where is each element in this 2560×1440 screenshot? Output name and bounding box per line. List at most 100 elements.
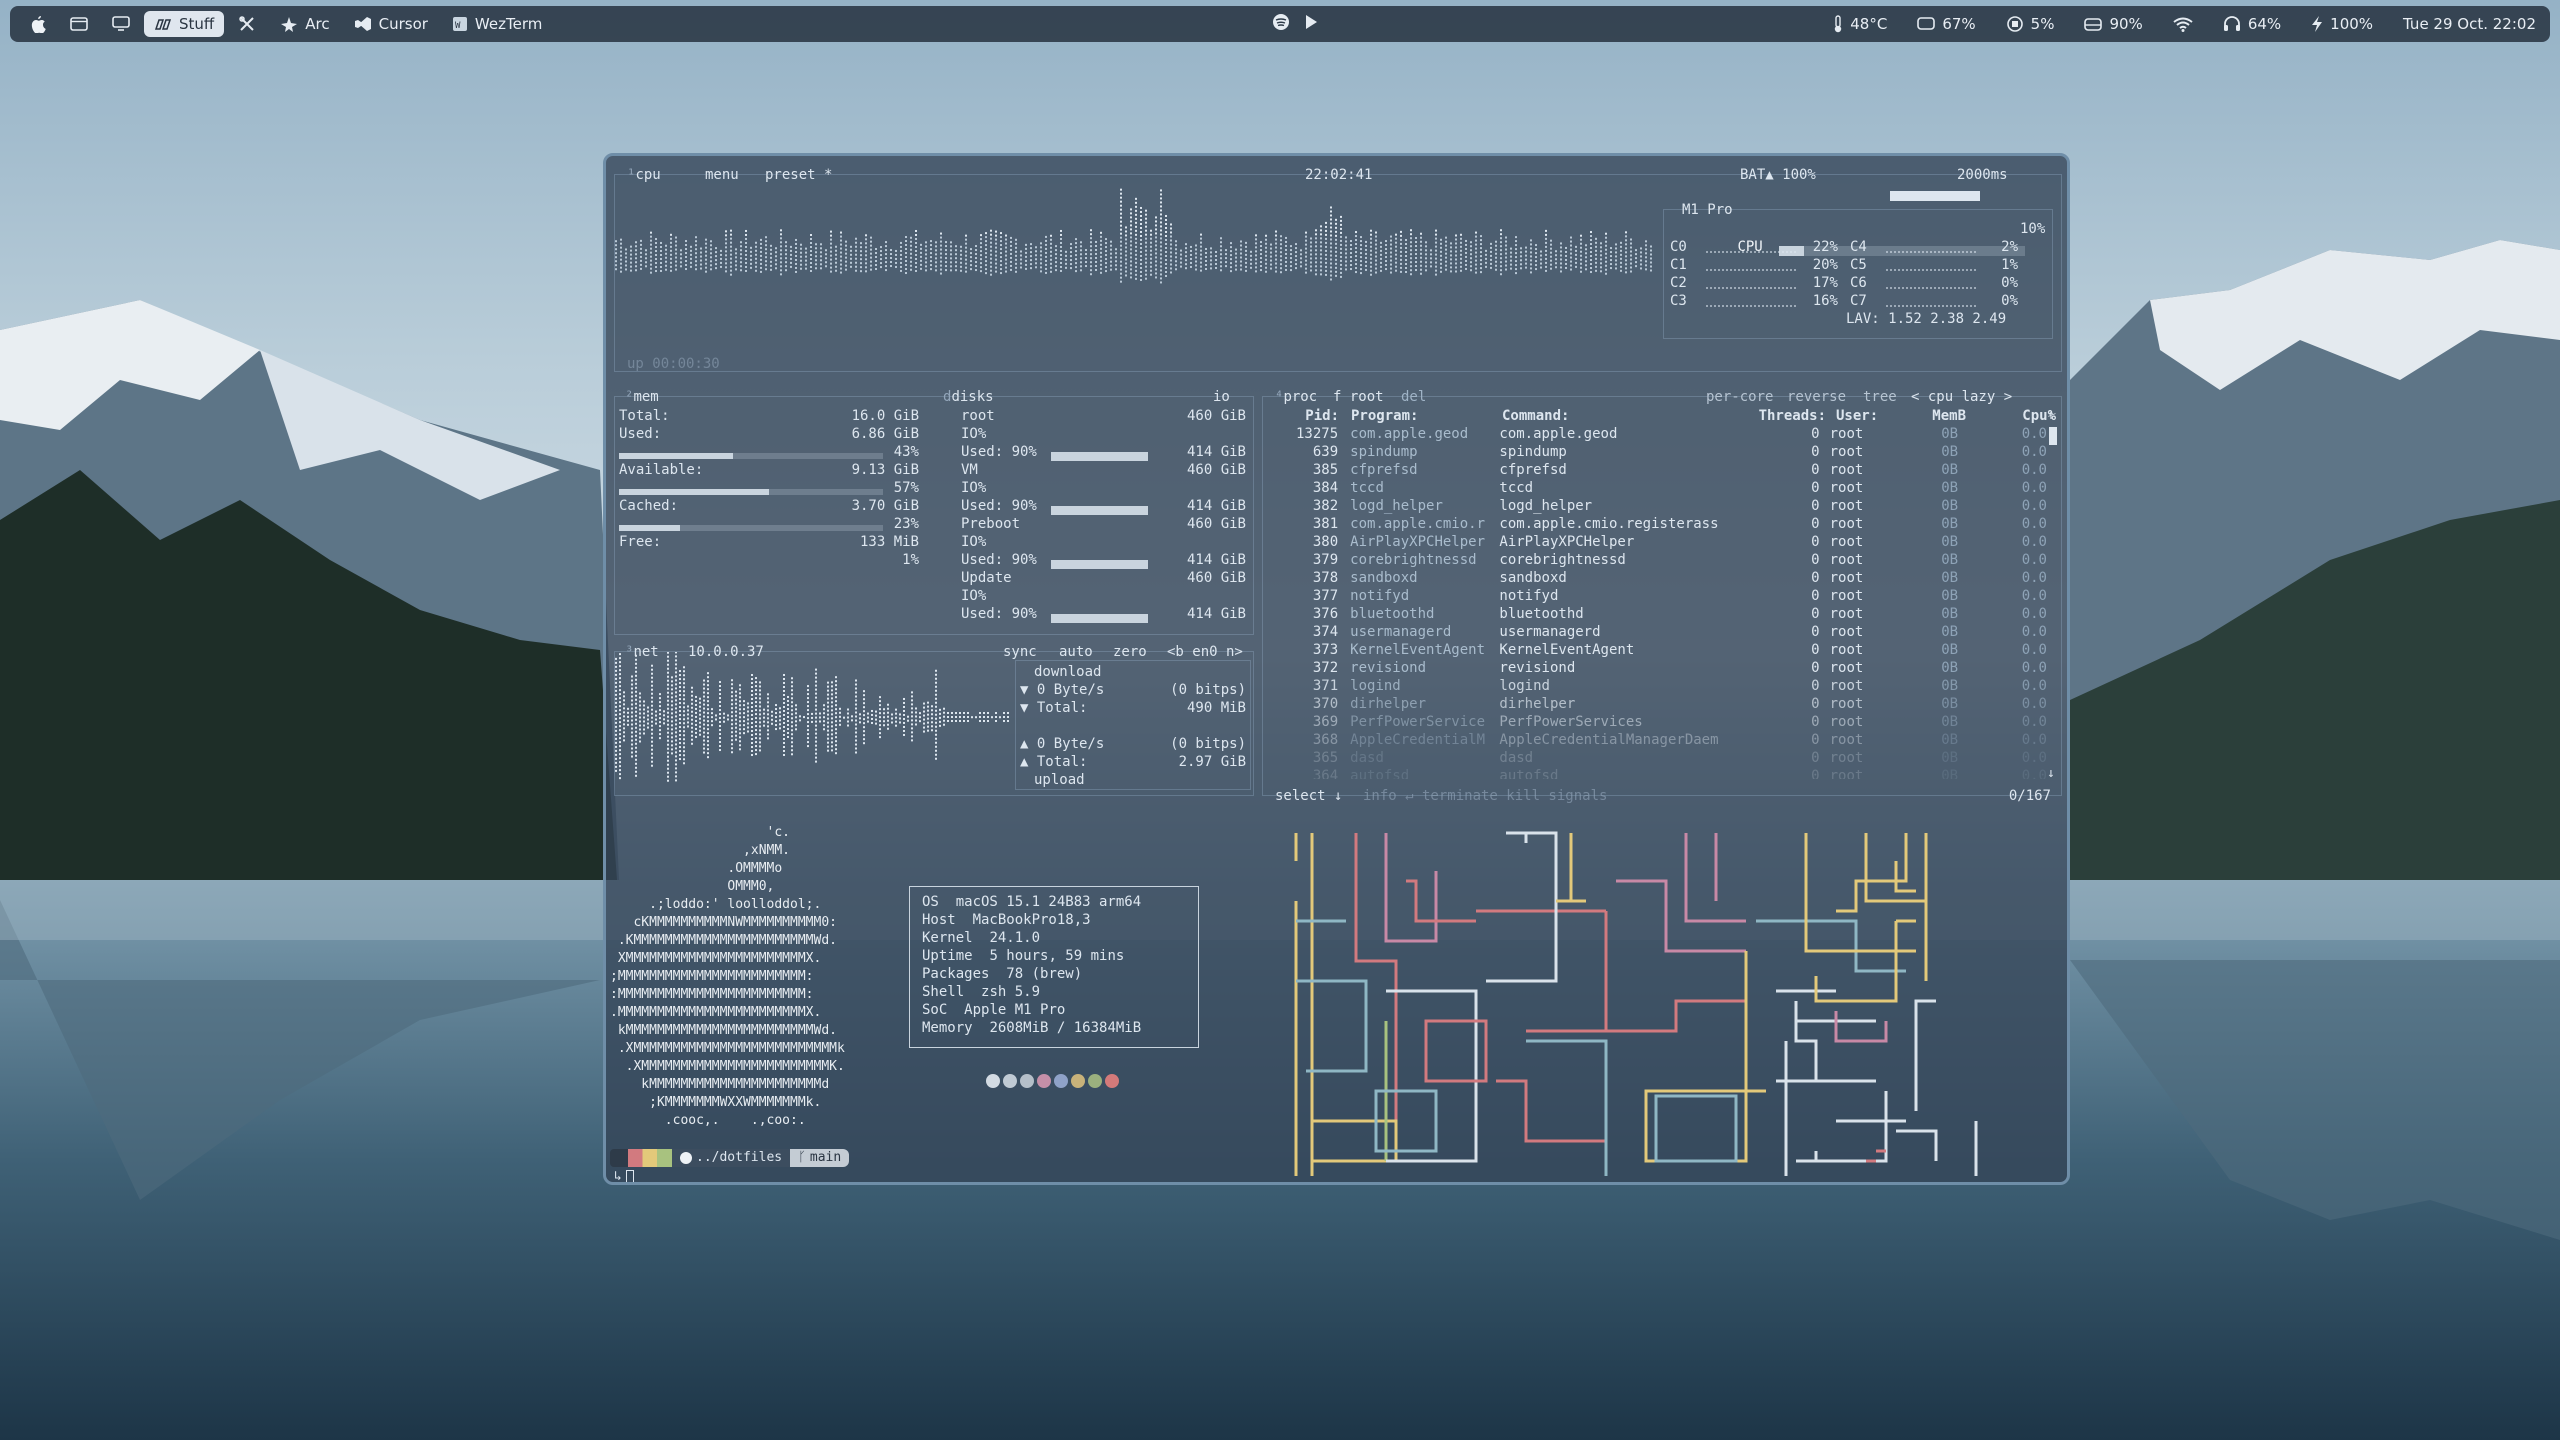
scroll-up-arrow-icon[interactable]: ↑ (2047, 407, 2055, 425)
command-header[interactable]: Command: (1502, 407, 1742, 425)
process-row[interactable]: 365 dasd dasd 0 root 0B 0.0 (1267, 749, 2047, 767)
tools-icon[interactable] (228, 11, 266, 37)
cpu-graph-dot (1350, 252, 1352, 255)
net-zero-toggle[interactable]: zero (1113, 643, 1147, 661)
cpu-preset-button[interactable]: preset * (765, 166, 832, 184)
cpu-graph-dot (1180, 261, 1182, 264)
pid-header[interactable]: Pid: (1267, 407, 1347, 425)
cpu-graph-dot (1150, 233, 1152, 236)
process-row[interactable]: 13275 com.apple.geod com.apple.geod 0 root 0B… (1267, 425, 2047, 443)
disk-used-label: Used: 90% (961, 606, 1037, 622)
process-row[interactable]: 639 spindump spindump 0 root 0B 0.0 (1267, 443, 2047, 461)
process-mem: 0B (1941, 444, 1959, 460)
process-row[interactable]: 371 logind logind 0 root 0B 0.0 (1267, 677, 2047, 695)
process-row[interactable]: 376 bluetoothd bluetoothd 0 root 0B 0.0 (1267, 605, 2047, 623)
process-row[interactable]: 384 tccd tccd 0 root 0B 0.0 (1267, 479, 2047, 497)
net-graph-dot (815, 720, 817, 723)
workspace-arc[interactable]: Arc (270, 11, 339, 37)
update-interval[interactable]: 2000ms (1957, 166, 2008, 184)
proc-scrollbar[interactable]: ↑ ↓ (2047, 408, 2057, 781)
scroll-down-arrow-icon[interactable]: ↓ (2047, 765, 2055, 783)
cpu-graph-dot (1480, 263, 1482, 266)
cpu-graph-dot (1030, 267, 1032, 270)
play-icon[interactable] (1304, 14, 1318, 34)
user-header[interactable]: User: (1826, 407, 1896, 425)
net-graph-dot (615, 713, 617, 716)
disk-stat[interactable]: 90% (2084, 15, 2143, 33)
net-sync-toggle[interactable]: sync (1003, 643, 1037, 661)
cpu-graph-dot (725, 242, 727, 245)
process-row[interactable]: 385 cfprefsd cfprefsd 0 root 0B 0.0 (1267, 461, 2047, 479)
process-row[interactable]: 380 AirPlayXPCHelper AirPlayXPCHelper 0 root… (1267, 533, 2047, 551)
process-row[interactable]: 370 dirhelper dirhelper 0 root 0B 0.0 (1267, 695, 2047, 713)
cpu-graph-dot (1215, 266, 1217, 269)
cpu-stat[interactable]: 5% (2006, 15, 2054, 33)
disk-used-value: 414 GiB (1186, 444, 1246, 460)
display-stat[interactable]: 67% (1917, 15, 1976, 33)
net-graph-dot (615, 737, 617, 740)
clock[interactable]: Tue 29 Oct. 22:02 (2403, 15, 2536, 33)
net-graph-dot (747, 702, 749, 705)
process-row[interactable]: 372 revisiond revisiond 0 root 0B 0.0 (1267, 659, 2047, 677)
cpu-graph-dot (805, 267, 807, 270)
workspace-cursor[interactable]: Cursor (344, 11, 438, 37)
proc-actions[interactable]: info ↵ terminate kill signals (1363, 787, 1607, 805)
cpu-graph-dot (1155, 268, 1157, 271)
cpu-graph-dot (1160, 189, 1162, 192)
media-app-icon[interactable] (1272, 13, 1290, 35)
cpu-graph-dot (1550, 239, 1552, 242)
cpu-graph-dot (835, 249, 837, 252)
program-header[interactable]: Program: (1347, 407, 1502, 425)
mem-header[interactable]: MemB (1896, 407, 1966, 425)
net-auto-toggle[interactable]: auto (1059, 643, 1093, 661)
proc-per-core-toggle[interactable]: per-core (1706, 388, 1773, 406)
cpu-menu-button[interactable]: menu (705, 166, 739, 184)
cpu-graph-dot (845, 260, 847, 263)
apple-menu-icon[interactable] (20, 11, 56, 37)
cpu-graph-dot (1570, 256, 1572, 259)
cpu-header[interactable]: Cpu% (1966, 407, 2056, 425)
process-row[interactable]: 374 usermanagerd usermanagerd 0 root 0B 0.0 (1267, 623, 2047, 641)
process-row[interactable]: 373 KernelEventAgent KernelEventAgent 0 root… (1267, 641, 2047, 659)
net-interface-selector[interactable]: <b en0 n> (1167, 643, 1243, 661)
cpu-graph-dot (1155, 248, 1157, 251)
proc-filter[interactable]: f root (1333, 388, 1384, 406)
prompt-input-line[interactable]: ↳ (614, 1168, 634, 1182)
cpu-graph-dot (1360, 268, 1362, 271)
cpu-graph-dot (1160, 257, 1162, 260)
workspace-stuff[interactable]: Stuff (144, 11, 225, 37)
threads-header[interactable]: Threads: (1742, 407, 1826, 425)
palette-swatch (1003, 1074, 1017, 1088)
window-icon[interactable] (60, 11, 98, 37)
battery-stat[interactable]: 100% (2311, 15, 2373, 33)
cpu-graph-dot (1035, 266, 1037, 269)
process-row[interactable]: 379 corebrightnessd corebrightnessd 0 root 0B… (1267, 551, 2047, 569)
process-row[interactable]: 369 PerfPowerService PerfPowerServices 0 roo… (1267, 713, 2047, 731)
disks-io-toggle[interactable]: io (1213, 388, 1230, 406)
proc-reverse-toggle[interactable]: reverse (1787, 388, 1846, 406)
proc-del-button[interactable]: del (1401, 388, 1426, 406)
process-row[interactable]: 377 notifyd notifyd 0 root 0B 0.0 (1267, 587, 2047, 605)
proc-sort-selector[interactable]: < cpu lazy > (1911, 388, 2012, 406)
process-row[interactable]: 382 logd_helper logd_helper 0 root 0B 0.0 (1267, 497, 2047, 515)
process-row[interactable]: 378 sandboxd sandboxd 0 root 0B 0.0 (1267, 569, 2047, 587)
scroll-thumb[interactable] (2049, 427, 2057, 445)
workspace-wezterm[interactable]: W WezTerm (442, 11, 552, 37)
net-graph-dot (623, 715, 625, 718)
proc-tree-toggle[interactable]: tree (1863, 388, 1897, 406)
proc-select-hint[interactable]: select ↓ (1275, 787, 1342, 805)
terminal-window[interactable]: ¹cpu menu preset * 22:02:41 BAT▲ 100% 20… (603, 153, 2070, 1185)
headphones-stat[interactable]: 64% (2223, 15, 2281, 33)
process-row[interactable]: 368 AppleCredentialM AppleCredentialManage… (1267, 731, 2047, 749)
monitor-icon[interactable] (102, 11, 140, 37)
wifi-stat[interactable] (2173, 16, 2193, 32)
net-graph-dot (919, 720, 921, 723)
process-row[interactable]: 381 com.apple.cmio.r com.apple.cmio.regist… (1267, 515, 2047, 533)
net-graph-dot (895, 712, 897, 715)
net-graph-dot (671, 696, 673, 699)
shell-prompt[interactable]: ../dotfiles ᚴ main (610, 1148, 850, 1168)
process-row[interactable]: 364 autofsd autofsd 0 root 0B 0.0 (1267, 767, 2047, 779)
cpu-graph-dot (1260, 245, 1262, 248)
cpu-graph-dot (1170, 267, 1172, 270)
temperature-stat[interactable]: 48°C (1833, 15, 1887, 33)
